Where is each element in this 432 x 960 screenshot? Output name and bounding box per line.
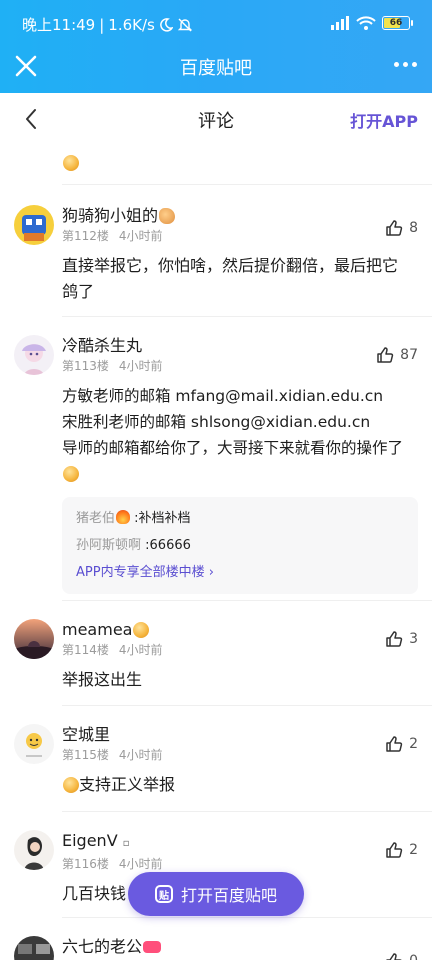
nav-bar: 评论 打开APP [0, 93, 432, 145]
like-count: 87 [400, 347, 418, 363]
comment-text: 举报这出生 [62, 670, 143, 689]
like-count: 2 [409, 736, 418, 752]
comment-list: 狗骑狗小姐的 第112楼 4小时前 8 直接举报它，你怕啥，然后提价翻倍，最后把它… [0, 145, 432, 960]
comment-item: 空城里 第115楼 4小时前 2 支持正义举报 [0, 706, 432, 811]
comment-time: 4小时前 [118, 857, 163, 871]
crying-emoji-icon [133, 622, 150, 638]
horse-emoji-icon [159, 208, 176, 224]
network-speed: 1.6K/s [108, 15, 155, 34]
like-button[interactable]: 0 [385, 952, 418, 960]
comment-text: 直接举报它，你怕啥，然后提价翻倍，最后把它鸽了 [62, 256, 399, 301]
open-tieba-label: 打开百度贴吧 [180, 886, 277, 905]
top-bar: 晚上11:49 | 1.6K/s 66 百度贴吧 [0, 0, 432, 93]
emoji-icon [63, 466, 79, 482]
floor-number: 第112楼 [62, 229, 109, 243]
comment-line: 导师的邮箱都给你了，大哥接下来就看你的操作了 [62, 439, 404, 457]
battery-icon: 66 [382, 16, 413, 30]
thumbs-up-icon [386, 736, 403, 752]
reply-text: :66666 [145, 538, 191, 553]
comment-author[interactable]: 空城里 [62, 724, 432, 746]
previous-comment-tail [62, 145, 432, 185]
thumbs-up-icon [386, 220, 403, 236]
thumbs-up-icon [386, 842, 403, 858]
comment-author[interactable]: EigenV [62, 831, 118, 850]
thumbs-up-icon [386, 631, 403, 647]
comment-text: 方敏老师的邮箱 mfang@mail.xidian.edu.cn 宋胜利老师的邮… [62, 383, 432, 487]
reply-item[interactable]: 猪老伯 :补档补档 [76, 505, 404, 532]
open-tieba-button[interactable]: 贴 打开百度贴吧 [128, 872, 304, 916]
comment-line: 方敏老师的邮箱 mfang@mail.xidian.edu.cn [62, 387, 384, 405]
signal-icon [331, 16, 349, 30]
like-button[interactable]: 8 [385, 219, 418, 237]
comment-item: 狗骑狗小姐的 第112楼 4小时前 8 直接举报它，你怕啥，然后提价翻倍，最后把它… [0, 185, 432, 316]
comment-item: meamea 第114楼 4小时前 3 举报这出生 [0, 601, 432, 705]
mute-bell-icon [177, 18, 193, 31]
comment-item: 冷酷杀生丸 第113楼 4小时前 87 方敏老师的邮箱 mfang@mail.xi… [0, 317, 432, 600]
more-dots-icon[interactable] [394, 57, 420, 71]
app-title: 百度贴吧 [180, 58, 252, 79]
floor-number: 第115楼 [62, 748, 109, 762]
badge-icon: ▫ [122, 838, 130, 849]
comment-author[interactable]: meamea [62, 620, 132, 639]
status-time: 晚上11:49 [22, 16, 96, 34]
battery-level: 66 [389, 18, 403, 28]
avatar[interactable] [14, 619, 54, 659]
more-replies-link[interactable]: APP内专享全部楼中楼 › [76, 559, 404, 586]
like-button[interactable]: 2 [385, 735, 418, 753]
like-count: 8 [409, 220, 418, 236]
app-bar: 百度贴吧 [0, 48, 432, 93]
reply-author[interactable]: 孙阿斯顿啊 [76, 538, 141, 553]
reply-text: :补档补档 [134, 511, 191, 526]
comment-time: 4小时前 [118, 359, 163, 373]
moon-icon [160, 17, 173, 32]
like-count: 3 [409, 631, 418, 647]
comment-time: 4小时前 [118, 643, 163, 657]
like-count: 0 [409, 953, 418, 960]
avatar[interactable] [14, 724, 54, 764]
emoji-icon [63, 155, 79, 171]
thumbs-up-icon [386, 953, 402, 960]
like-button[interactable]: 87 [376, 346, 418, 364]
floor-number: 第114楼 [62, 643, 109, 657]
floor-number: 第113楼 [62, 359, 109, 373]
comment-time: 4小时前 [118, 748, 163, 762]
floor-number: 第116楼 [62, 857, 109, 871]
reply-box: 猪老伯 :补档补档 孙阿斯顿啊 :66666 APP内专享全部楼中楼 › [62, 497, 418, 594]
avatar[interactable] [14, 936, 54, 960]
comment-author[interactable]: 狗骑狗小姐的 [62, 206, 158, 225]
like-button[interactable]: 3 [385, 630, 418, 648]
tieba-logo-icon: 贴 [154, 885, 173, 903]
thumbs-up-icon [377, 347, 394, 363]
wifi-icon [356, 16, 376, 30]
reply-author[interactable]: 猪老伯 [76, 511, 115, 526]
fire-emoji-icon [116, 510, 131, 524]
reply-item[interactable]: 孙阿斯顿啊 :66666 [76, 532, 404, 559]
comment-item: 六七的老公 0 [0, 918, 432, 960]
like-count: 2 [409, 842, 418, 858]
comment-time: 4小时前 [118, 229, 163, 243]
bow-emoji-icon [143, 941, 162, 953]
comment-line: 宋胜利老师的邮箱 shlsong@xidian.edu.cn [62, 413, 371, 431]
avatar[interactable] [14, 205, 54, 245]
like-button[interactable]: 2 [385, 841, 418, 859]
comment-author[interactable]: 六七的老公 [62, 937, 142, 956]
avatar[interactable] [14, 830, 54, 870]
avatar[interactable] [14, 335, 54, 375]
open-app-link[interactable]: 打开APP [350, 108, 418, 132]
emoji-icon [63, 777, 79, 793]
status-bar: 晚上11:49 | 1.6K/s 66 [0, 0, 432, 48]
comment-text: 支持正义举报 [79, 775, 176, 794]
